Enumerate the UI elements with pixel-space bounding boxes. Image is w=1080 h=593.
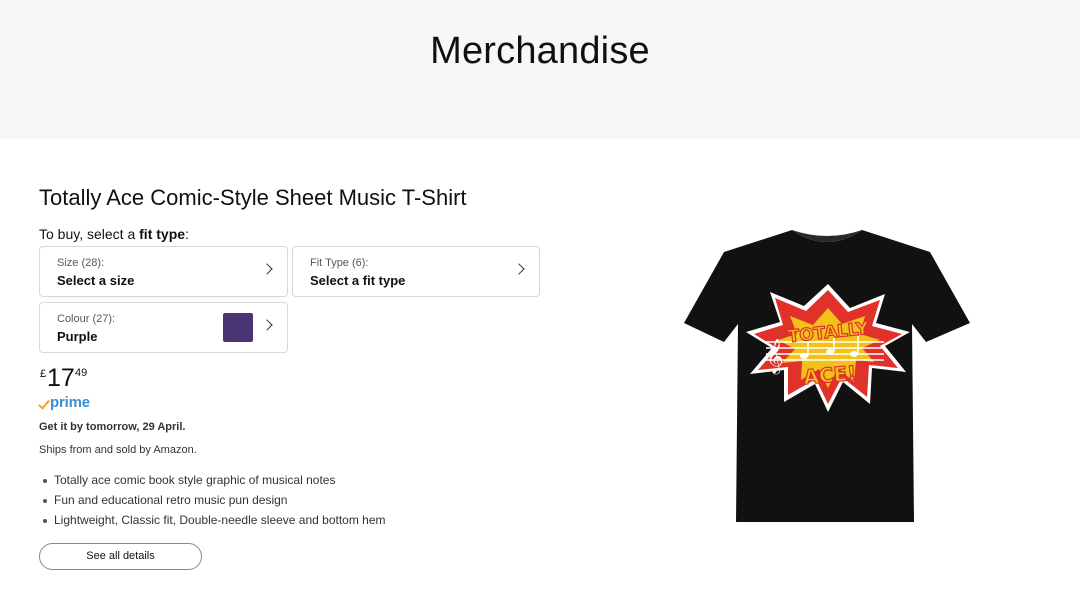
size-selector[interactable]: Size (28): Select a size xyxy=(39,246,288,297)
buy-instruction: To buy, select a fit type: xyxy=(39,226,189,242)
price-whole: 17 xyxy=(47,364,75,392)
product-image[interactable]: 𝄞 TOTALLY ACE! xyxy=(680,228,975,526)
size-value: Select a size xyxy=(57,273,135,288)
prime-check-icon xyxy=(38,397,50,410)
treble-clef-icon: 𝄞 xyxy=(766,339,784,375)
prime-badge: prime xyxy=(38,394,99,414)
fit-type-value: Select a fit type xyxy=(310,273,406,288)
colour-label: Colour (27): xyxy=(57,313,116,325)
fit-type-selector[interactable]: Fit Type (6): Select a fit type xyxy=(292,246,540,297)
delivery-date: Get it by tomorrow, 29 April. xyxy=(39,421,186,433)
price-fraction: 49 xyxy=(75,367,88,379)
list-item: Fun and educational retro music pun desi… xyxy=(39,492,386,512)
chevron-right-icon xyxy=(513,263,525,275)
chevron-right-icon xyxy=(261,263,273,275)
colour-value: Purple xyxy=(57,329,98,344)
prime-label: prime xyxy=(50,394,90,411)
price-symbol: £ xyxy=(40,368,47,380)
buy-bold: fit type xyxy=(139,226,186,242)
product-title: Totally Ace Comic-Style Sheet Music T-Sh… xyxy=(39,185,467,210)
buy-suffix: : xyxy=(185,226,189,242)
graphic-text-ace: ACE! xyxy=(802,361,857,390)
banner-title: Merchandise xyxy=(430,30,650,72)
list-item: Totally ace comic book style graphic of … xyxy=(39,472,386,492)
ships-from: Ships from and sold by Amazon. xyxy=(39,444,197,456)
chevron-right-icon xyxy=(261,319,273,331)
see-all-details-button[interactable]: See all details xyxy=(39,543,202,570)
colour-swatch xyxy=(223,313,253,342)
fit-type-label: Fit Type (6): xyxy=(310,257,369,269)
size-label: Size (28): xyxy=(57,257,105,269)
buy-prefix: To buy, select a xyxy=(39,226,140,242)
feature-bullets: Totally ace comic book style graphic of … xyxy=(39,472,386,532)
colour-selector[interactable]: Colour (27): Purple xyxy=(39,302,288,353)
list-item: Lightweight, Classic fit, Double-needle … xyxy=(39,512,386,532)
merchandise-banner: Merchandise xyxy=(0,0,1080,139)
